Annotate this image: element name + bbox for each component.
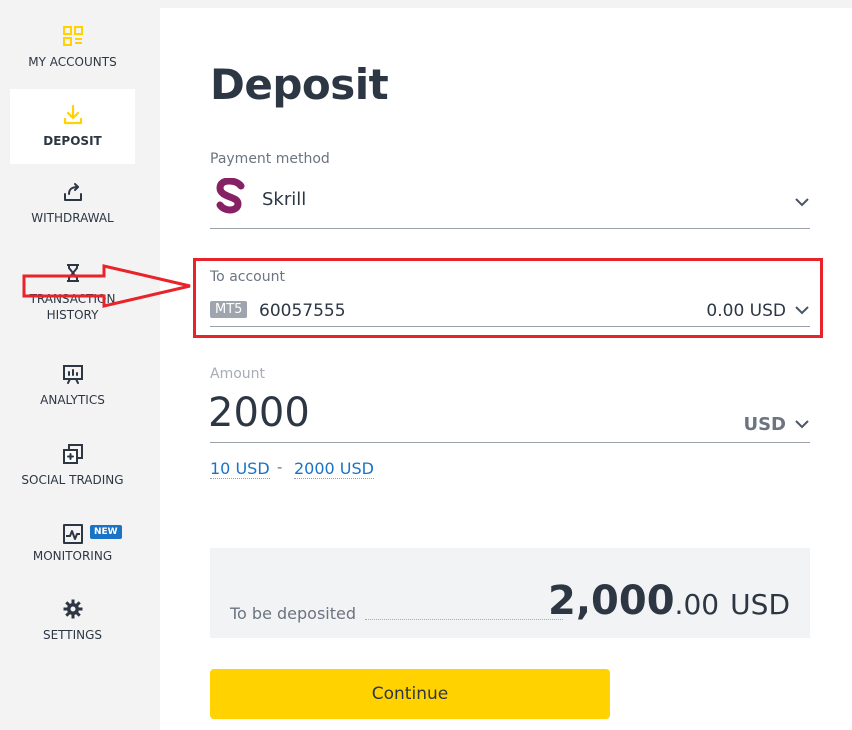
sidebar-item-settings[interactable]: SETTINGS [10,597,135,657]
presentation-chart-icon [61,362,85,386]
sidebar-item-label: DEPOSIT [43,134,102,148]
amount-underline [210,442,810,443]
skrill-logo-icon [216,178,245,214]
pulse-chart-icon [61,522,85,546]
summary-amount-fraction: .00 [674,588,720,621]
grid-list-icon [61,24,85,48]
chevron-down-icon[interactable] [794,197,810,207]
leader-dots [365,619,563,620]
upload-icon [61,180,85,204]
sidebar-item-label: ANALYTICS [40,393,105,407]
annotation-highlight-box [193,258,823,338]
summary-currency: USD [730,588,790,621]
amount-input[interactable]: 2000 [208,390,310,436]
continue-button[interactable]: Continue [210,669,610,719]
min-amount-link[interactable]: 10 USD [210,459,270,479]
range-separator: - [277,459,283,476]
summary-label: To be deposited [230,604,357,623]
sidebar-item-label: MONITORING [32,549,113,563]
currency-select[interactable]: USD [743,414,786,435]
sidebar-item-withdrawal[interactable]: WITHDRAWAL [10,180,135,240]
deposit-summary: To be deposited 2,000.00 USD [210,548,810,638]
gear-icon [61,597,85,621]
max-amount-link[interactable]: 2000 USD [294,459,374,479]
payment-method-value: Skrill [262,189,307,210]
sidebar-item-my-accounts[interactable]: MY ACCOUNTS [10,10,135,82]
social-trading-icon [61,442,85,466]
page-title: Deposit [210,60,389,109]
sidebar-item-label: MY ACCOUNTS [28,55,117,69]
summary-amount: 2,000.00 USD [548,578,790,624]
summary-amount-whole: 2,000 [548,578,675,624]
new-badge: NEW [90,525,122,539]
sidebar-item-label: SOCIAL TRADING [21,473,124,487]
sidebar-item-deposit[interactable]: DEPOSIT [10,89,135,164]
sidebar-item-analytics[interactable]: ANALYTICS [10,362,135,422]
sidebar-item-label: WITHDRAWAL [31,211,114,225]
deposit-panel: Deposit Payment method Skrill To account… [160,8,852,730]
sidebar-item-label: SETTINGS [42,628,103,642]
chevron-down-icon[interactable] [794,419,810,429]
payment-method-label: Payment method [210,151,330,167]
sidebar: MY ACCOUNTS DEPOSIT WITHDRAWAL TRANSACTI… [0,0,146,730]
sidebar-item-social-trading[interactable]: SOCIAL TRADING [10,442,135,502]
payment-method-underline [210,228,810,229]
download-icon [61,103,85,127]
amount-label: Amount [210,366,266,382]
sidebar-item-monitoring[interactable]: NEW MONITORING [10,522,135,582]
annotation-arrow-icon [22,264,191,308]
